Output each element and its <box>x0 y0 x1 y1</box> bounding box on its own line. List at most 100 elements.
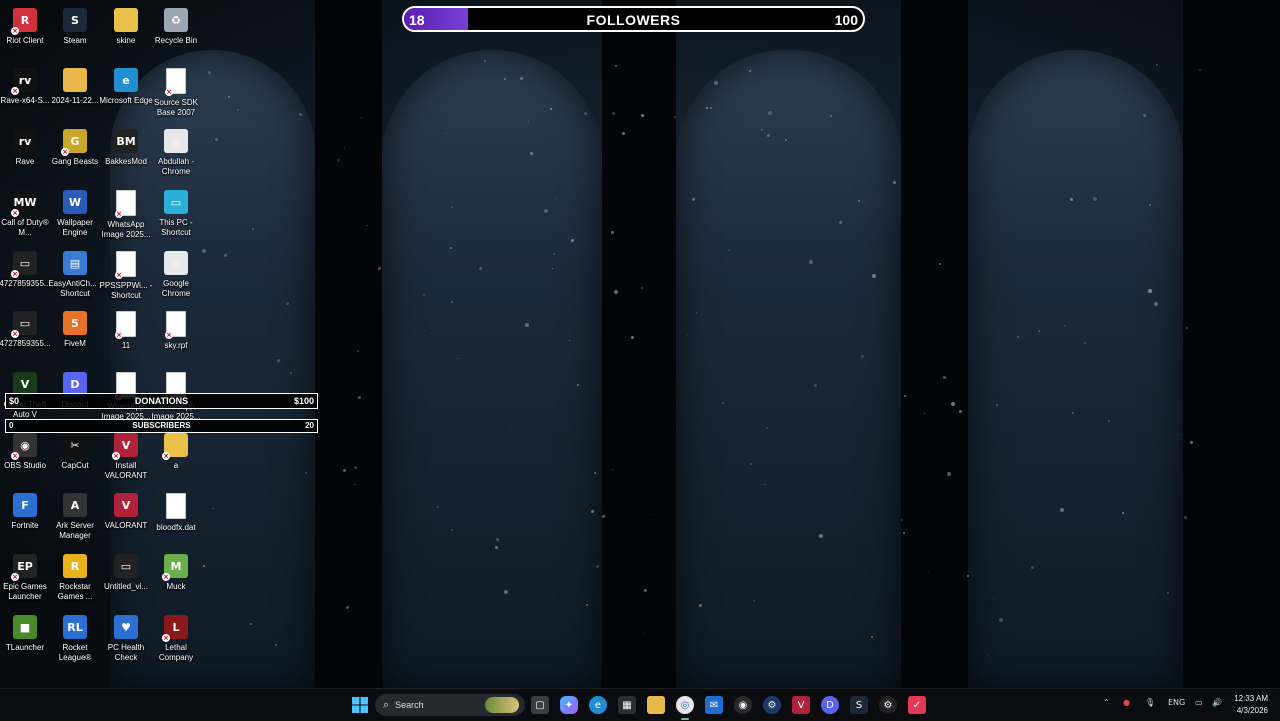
desktop-icon-label: Source SDK Base 2007 <box>153 98 199 117</box>
wallpaper-arch <box>676 50 901 688</box>
error-badge-icon: × <box>11 330 19 338</box>
show-hidden-icons-icon[interactable]: ⌃ <box>1103 698 1110 707</box>
desktop-icon[interactable]: ▭ × 4727859355... <box>0 247 51 307</box>
task-view-icon[interactable]: ▢ <box>531 696 549 714</box>
desktop-icon[interactable]: × Source SDK Base 2007 <box>151 64 201 124</box>
desktop-icon[interactable]: × sky.rpf <box>151 307 201 367</box>
snowflake <box>714 81 718 85</box>
desktop-icon-label: 2024-11-22... <box>51 96 99 105</box>
capcut-icon[interactable]: ✓ <box>908 696 926 714</box>
obs-icon[interactable]: ◉ <box>734 696 752 714</box>
valorant-icon: V × <box>112 433 138 460</box>
snowflake <box>596 565 599 568</box>
chrome-icon[interactable]: ◎ <box>676 696 694 714</box>
cod-icon: MW × <box>11 190 37 217</box>
snowflake <box>612 112 615 115</box>
desktop-icon[interactable]: 2024-11-22... <box>50 64 100 124</box>
desktop-icon[interactable]: × 11 <box>101 307 151 367</box>
file-explorer-icon[interactable] <box>647 696 665 714</box>
desktop-icon-label: bloodfx.dat <box>156 523 196 532</box>
desktop-icon[interactable]: ▭ × 4727859355... <box>0 307 51 367</box>
desktop-icon[interactable]: EP × Epic Games Launcher <box>0 550 50 610</box>
system-clock[interactable]: 12:33 AM 4/3/2026 <box>1234 693 1268 717</box>
snowflake <box>996 404 998 406</box>
tray-app-icon[interactable]: ● <box>1123 698 1130 707</box>
volume-icon[interactable]: 🔊 <box>1212 698 1222 707</box>
desktop-icon[interactable]: × WhatsApp Image 2025... <box>101 186 151 246</box>
outlook-icon[interactable]: ✉ <box>705 696 723 714</box>
error-badge-icon: × <box>115 271 123 279</box>
steam-icon[interactable]: S <box>850 696 868 714</box>
discord-icon[interactable]: D <box>821 696 839 714</box>
steam-icon: S <box>63 8 87 32</box>
error-badge-icon: × <box>11 87 19 95</box>
desktop-icon[interactable]: 5 FiveM <box>50 307 100 367</box>
desktop-icon[interactable]: V × Install VALORANT <box>101 429 151 489</box>
desktop-icon[interactable]: S Steam <box>50 4 100 64</box>
desktop-icon[interactable]: V VALORANT <box>101 489 151 549</box>
desktop-icon[interactable]: rv × Rave-x64-S... <box>0 64 50 124</box>
desktop-icon[interactable]: ■ TLauncher <box>0 611 50 671</box>
desktop-icon[interactable]: ◉ × OBS Studio <box>0 429 50 489</box>
desktop-icon[interactable]: ✂ CapCut <box>50 429 100 489</box>
copilot-icon[interactable]: ✦ <box>560 696 578 714</box>
desktop-icon[interactable]: ♻ Recycle Bin <box>151 4 201 64</box>
desktop-icon[interactable]: rv Rave <box>0 125 50 185</box>
desktop-icon[interactable]: ▭ Untitled_vi... <box>101 550 151 610</box>
snowflake <box>361 117 362 118</box>
desktop-icon[interactable]: ◎ Google Chrome <box>151 247 201 307</box>
snowflake <box>525 323 529 327</box>
subscribers-target: 20 <box>305 421 314 430</box>
desktop-icon[interactable]: L × Lethal Company <box>151 611 201 671</box>
ark-icon[interactable]: ⚙ <box>763 696 781 714</box>
snowflake <box>357 350 359 352</box>
desktop-icon[interactable]: A Ark Server Manager <box>50 489 100 549</box>
snowflake <box>337 159 340 162</box>
desktop-icon[interactable]: W Wallpaper Engine <box>50 186 100 246</box>
rave-icon[interactable]: ⚙ <box>879 696 897 714</box>
desktop-icon[interactable]: R Rockstar Games ... <box>50 550 100 610</box>
desktop-icon[interactable]: × a <box>151 429 201 489</box>
desktop-icon[interactable]: × PPSSPPWi... - Shortcut <box>100 247 152 307</box>
desktop-icon-label: Rocket League® <box>58 643 92 662</box>
snowflake <box>484 60 486 62</box>
wallpaper-arch <box>382 50 602 688</box>
desktop-icon[interactable]: ◎ Abdullah - Chrome <box>151 125 201 185</box>
desktop-icon[interactable]: ▭ This PC - Shortcut <box>151 186 201 246</box>
start-icon[interactable] <box>351 696 369 714</box>
desktop-icon-label: VALORANT <box>104 521 148 530</box>
desktop-icon[interactable]: bloodfx.dat <box>151 489 201 549</box>
desktop-icon[interactable]: ▤ EasyAntiCh... - Shortcut <box>48 247 102 307</box>
desktop-icon[interactable]: RL Rocket League® <box>50 611 100 671</box>
desktop-icon[interactable]: e Microsoft Edge <box>99 64 153 124</box>
search-icon: ⌕ <box>383 698 390 711</box>
desktop-icon[interactable]: skine <box>101 4 151 64</box>
store-icon[interactable]: ▦ <box>618 696 636 714</box>
snowflake <box>250 623 252 625</box>
edge-icon[interactable]: e <box>589 696 607 714</box>
snowflake <box>1167 592 1169 594</box>
language-indicator[interactable]: ENG <box>1168 698 1185 707</box>
taskbar-search-box[interactable]: ⌕ Search <box>375 694 525 716</box>
snowflake <box>696 312 697 313</box>
desktop-icon[interactable]: MW × Call of Duty® M... <box>0 186 50 246</box>
snowflake <box>495 546 498 549</box>
snowflake <box>510 429 511 430</box>
snowflake <box>445 133 446 134</box>
donations-title: DONATIONS <box>134 396 189 406</box>
desktop-icon[interactable]: F Fortnite <box>0 489 50 549</box>
desktop-icon[interactable]: M × Muck <box>151 550 201 610</box>
desktop-icon[interactable]: G × Gang Beasts <box>50 125 100 185</box>
desktop-icon[interactable]: ♥ PC Health Check <box>101 611 151 671</box>
network-icon[interactable]: ▭ <box>1195 698 1203 707</box>
snowflake <box>378 267 381 270</box>
valorant-icon[interactable]: V <box>792 696 810 714</box>
snowflake <box>224 254 227 257</box>
desktop-icon[interactable]: BM BakkesMod <box>101 125 151 185</box>
snowflake <box>728 249 730 251</box>
desktop-icon[interactable]: R × Riot Client <box>0 4 50 64</box>
snowflake <box>367 225 368 226</box>
snowflake <box>479 267 482 270</box>
snowflake <box>622 132 625 135</box>
microphone-icon[interactable]: 🎙 <box>1145 698 1155 707</box>
